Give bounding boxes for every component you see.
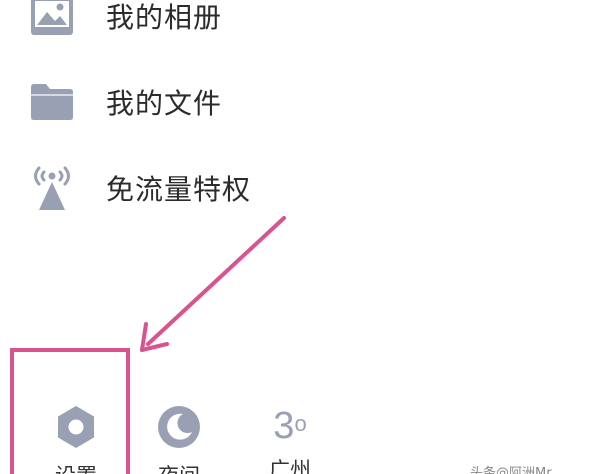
weather-temperature: 3o bbox=[273, 404, 306, 448]
weather-temp-value: 3 bbox=[273, 405, 295, 447]
signal-tower-icon bbox=[28, 164, 76, 212]
moon-icon bbox=[156, 404, 202, 454]
weather-button[interactable]: 3o 广州 bbox=[250, 404, 330, 474]
menu-label-my-files: 我的文件 bbox=[106, 87, 223, 120]
menu-item-data-free-privilege[interactable]: 免流量特权 bbox=[28, 164, 251, 212]
night-mode-button[interactable]: 夜间 bbox=[139, 404, 219, 474]
menu-label-data-free-privilege: 免流量特权 bbox=[106, 173, 252, 206]
annotation-highlight-box bbox=[10, 348, 130, 474]
menu-item-my-album[interactable]: 我的相册 bbox=[28, 0, 222, 40]
screen: 我的相册 我的文件 免流量特权 3o 广州 头条@阿洲Mr bbox=[0, 0, 592, 474]
menu-item-my-files[interactable]: 我的文件 bbox=[28, 78, 222, 126]
folder-icon bbox=[28, 78, 76, 126]
night-mode-label: 夜间 bbox=[158, 460, 200, 474]
menu-label-my-album: 我的相册 bbox=[106, 1, 223, 34]
watermark-text: 头条@阿洲Mr bbox=[470, 466, 552, 474]
weather-temp-unit: o bbox=[294, 411, 307, 436]
weather-city-label: 广州 bbox=[269, 458, 311, 474]
photo-album-icon bbox=[28, 0, 76, 40]
